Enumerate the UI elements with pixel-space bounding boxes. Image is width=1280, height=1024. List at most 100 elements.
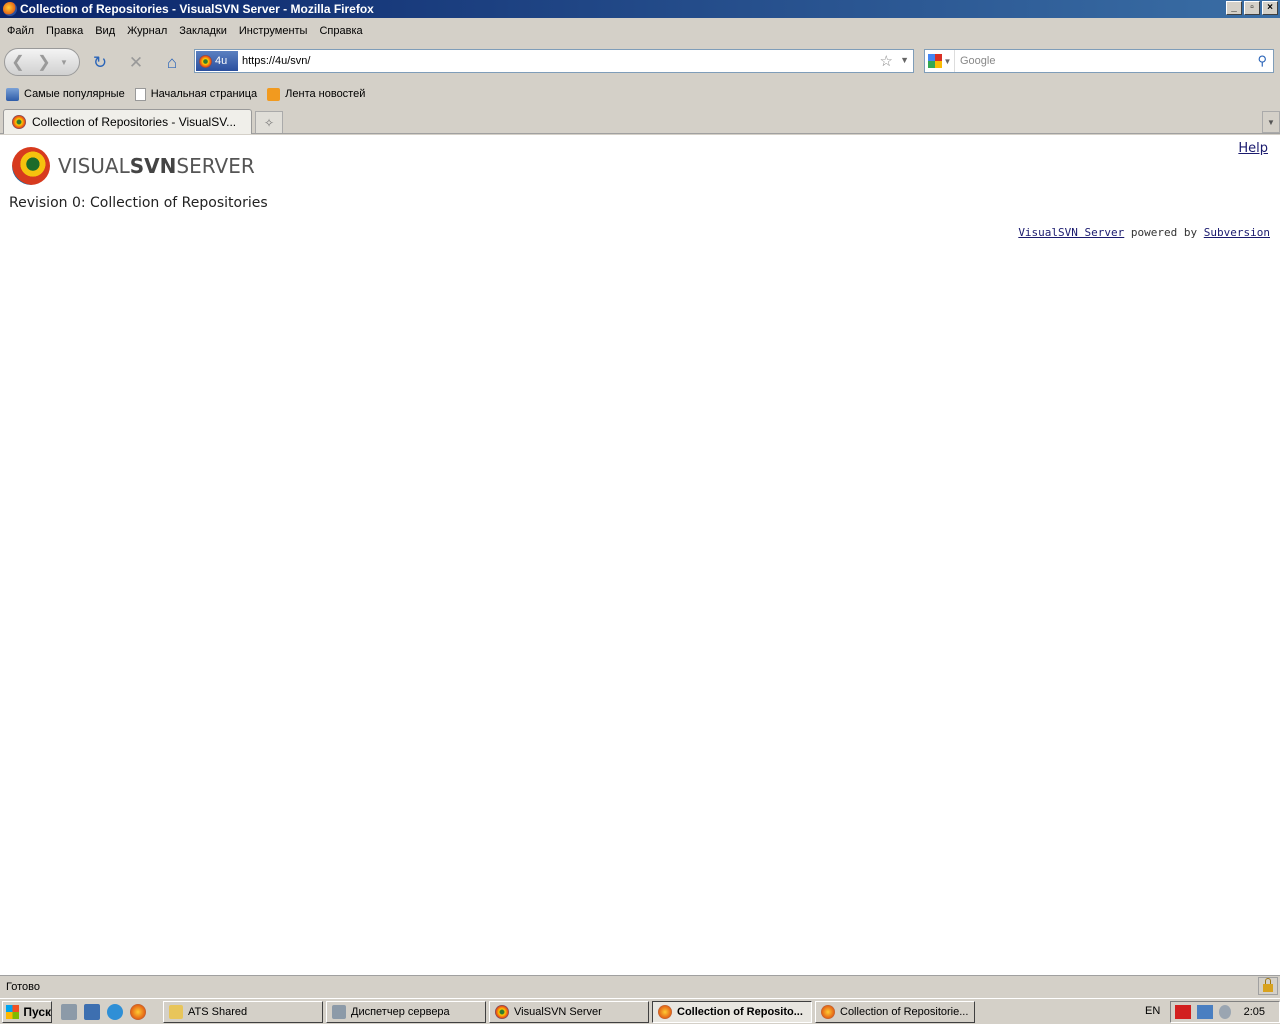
visualsvn-icon xyxy=(495,1005,509,1019)
url-bar[interactable]: 4u https://4u/svn/ ☆ ▼ xyxy=(194,49,914,73)
menu-file[interactable]: Файл xyxy=(2,25,39,37)
google-icon xyxy=(927,54,942,68)
start-button[interactable]: Пуск xyxy=(2,1001,52,1023)
chevron-down-icon: ▼ xyxy=(1267,117,1275,127)
reload-icon[interactable]: ↻ xyxy=(89,52,111,74)
powered-by-text: powered by xyxy=(1124,226,1204,239)
show-desktop-icon[interactable] xyxy=(84,1004,100,1020)
taskbar-button-label: ATS Shared xyxy=(188,1006,248,1018)
security-lock-icon[interactable] xyxy=(1258,977,1278,995)
search-icon[interactable]: ⚲ xyxy=(1257,53,1267,69)
rss-icon xyxy=(267,87,281,101)
page-content: VISUALSVNSERVER Help Revision 0: Collect… xyxy=(0,135,1280,975)
bookmark-label: Начальная страница xyxy=(150,88,258,100)
navigation-toolbar: ❮ ❯ ▼ ↻ ✕ ⌂ 4u https://4u/svn/ ☆ ▼ ▼ Goo… xyxy=(0,44,1280,80)
menu-bookmarks[interactable]: Закладки xyxy=(174,25,232,37)
bookmark-label: Лента новостей xyxy=(285,88,366,100)
home-icon[interactable]: ⌂ xyxy=(161,52,183,74)
site-identity-button[interactable]: 4u xyxy=(196,51,238,71)
visualsvn-logo-icon xyxy=(12,147,50,185)
server-manager-icon xyxy=(332,1005,346,1019)
firefox-icon xyxy=(658,1005,672,1019)
system-tray: 2:05 xyxy=(1170,1001,1280,1023)
firefox-icon xyxy=(821,1005,835,1019)
volume-muted-icon[interactable] xyxy=(1219,1005,1231,1019)
visualsvn-logo: VISUALSVNSERVER xyxy=(12,147,255,185)
bookmark-start-page[interactable]: Начальная страница xyxy=(134,87,258,101)
language-indicator[interactable]: EN xyxy=(1145,1005,1160,1017)
stop-icon[interactable]: ✕ xyxy=(125,52,147,74)
bookmark-star-icon[interactable]: ☆ xyxy=(880,52,893,70)
help-link[interactable]: Help xyxy=(1238,141,1268,156)
logo-text-svn: SVN xyxy=(129,154,177,178)
logo-text-visual: VISUAL xyxy=(58,154,130,178)
tab-strip: Collection of Repositories - VisualSV...… xyxy=(0,106,1280,134)
taskbar-button-firefox-active[interactable]: Collection of Reposito... xyxy=(652,1001,812,1023)
back-forward-group: ❮ ❯ ▼ xyxy=(4,48,80,76)
plus-icon: ✧ xyxy=(263,115,275,130)
new-tab-button[interactable]: ✧ xyxy=(255,111,283,133)
search-engine-button[interactable]: ▼ xyxy=(925,50,955,72)
lock-icon xyxy=(1263,978,1273,992)
forward-arrow-icon[interactable]: ❯ xyxy=(31,49,57,75)
minimize-button[interactable]: _ xyxy=(1226,1,1242,15)
window-titlebar: Collection of Repositories - VisualSVN S… xyxy=(0,0,1280,18)
firefox-icon xyxy=(3,2,17,16)
close-button[interactable]: × xyxy=(1262,1,1278,15)
bookmark-label: Самые популярные xyxy=(24,88,125,100)
menu-history[interactable]: Журнал xyxy=(122,25,172,37)
taskbar: Пуск ATS Shared Диспетчер сервера Visual… xyxy=(0,998,1280,1024)
bookmark-news-feed[interactable]: Лента новостей xyxy=(267,87,366,101)
adobe-tray-icon[interactable] xyxy=(1175,1005,1191,1019)
menu-tools[interactable]: Инструменты xyxy=(234,25,313,37)
tab-label: Collection of Repositories - VisualSV... xyxy=(32,115,237,129)
network-tray-icon[interactable] xyxy=(1197,1005,1213,1019)
logo-text-server: SERVER xyxy=(176,154,255,178)
visualsvn-server-link[interactable]: VisualSVN Server xyxy=(1018,226,1124,239)
search-bar[interactable]: ▼ Google ⚲ xyxy=(924,49,1274,73)
page-icon xyxy=(134,87,146,101)
window-controls: _ ▫ × xyxy=(1226,1,1278,15)
chevron-down-icon: ▼ xyxy=(943,56,952,66)
taskbar-button-label: Диспетчер сервера xyxy=(351,1006,450,1018)
logo-text: VISUALSVNSERVER xyxy=(58,154,255,178)
search-input[interactable]: Google xyxy=(960,55,995,67)
menu-edit[interactable]: Правка xyxy=(41,25,88,37)
window-title: Collection of Repositories - VisualSVN S… xyxy=(20,2,374,16)
folder-icon xyxy=(169,1005,183,1019)
taskbar-button-firefox-2[interactable]: Collection of Repositorie... xyxy=(815,1001,975,1023)
tab-list-button[interactable]: ▼ xyxy=(1262,111,1280,133)
back-arrow-icon[interactable]: ❮ xyxy=(5,49,31,75)
url-input[interactable]: https://4u/svn/ xyxy=(242,55,310,67)
bookmark-most-visited[interactable]: Самые популярные xyxy=(6,87,125,101)
powered-by-footer: VisualSVN Server powered by Subversion xyxy=(1018,226,1270,239)
history-dropdown-icon[interactable]: ▼ xyxy=(57,49,71,75)
taskbar-button-visualsvn-server[interactable]: VisualSVN Server xyxy=(489,1001,649,1023)
subversion-link[interactable]: Subversion xyxy=(1204,226,1270,239)
most-visited-icon xyxy=(6,87,19,101)
taskbar-button-ats-shared[interactable]: ATS Shared xyxy=(163,1001,323,1023)
restore-button[interactable]: ▫ xyxy=(1244,1,1260,15)
bookmarks-toolbar: Самые популярные Начальная страница Лент… xyxy=(0,84,1280,104)
firefox-quicklaunch-icon[interactable] xyxy=(130,1004,146,1020)
status-text: Готово xyxy=(6,980,40,993)
windows-flag-icon xyxy=(6,1005,20,1019)
menu-help[interactable]: Справка xyxy=(314,25,367,37)
taskbar-button-server-manager[interactable]: Диспетчер сервера xyxy=(326,1001,486,1023)
taskbar-button-label: Collection of Reposito... xyxy=(677,1006,803,1018)
url-dropdown-icon[interactable]: ▼ xyxy=(900,55,909,65)
clock[interactable]: 2:05 xyxy=(1244,1006,1265,1018)
server-manager-quicklaunch-icon[interactable] xyxy=(61,1004,77,1020)
taskbar-button-label: VisualSVN Server xyxy=(514,1006,602,1018)
start-label: Пуск xyxy=(23,1005,51,1019)
menu-view[interactable]: Вид xyxy=(90,25,120,37)
taskbar-button-label: Collection of Repositorie... xyxy=(840,1006,969,1018)
internet-explorer-icon[interactable] xyxy=(107,1004,123,1020)
site-favicon-icon xyxy=(199,54,212,68)
site-identity-label: 4u xyxy=(215,55,228,67)
page-title: Revision 0: Collection of Repositories xyxy=(9,195,268,211)
menu-bar: Файл Правка Вид Журнал Закладки Инструме… xyxy=(0,20,1280,42)
tab-collection-of-repositories[interactable]: Collection of Repositories - VisualSV... xyxy=(3,109,252,134)
visualsvn-favicon-icon xyxy=(12,115,26,129)
status-bar: Готово xyxy=(0,975,1280,997)
